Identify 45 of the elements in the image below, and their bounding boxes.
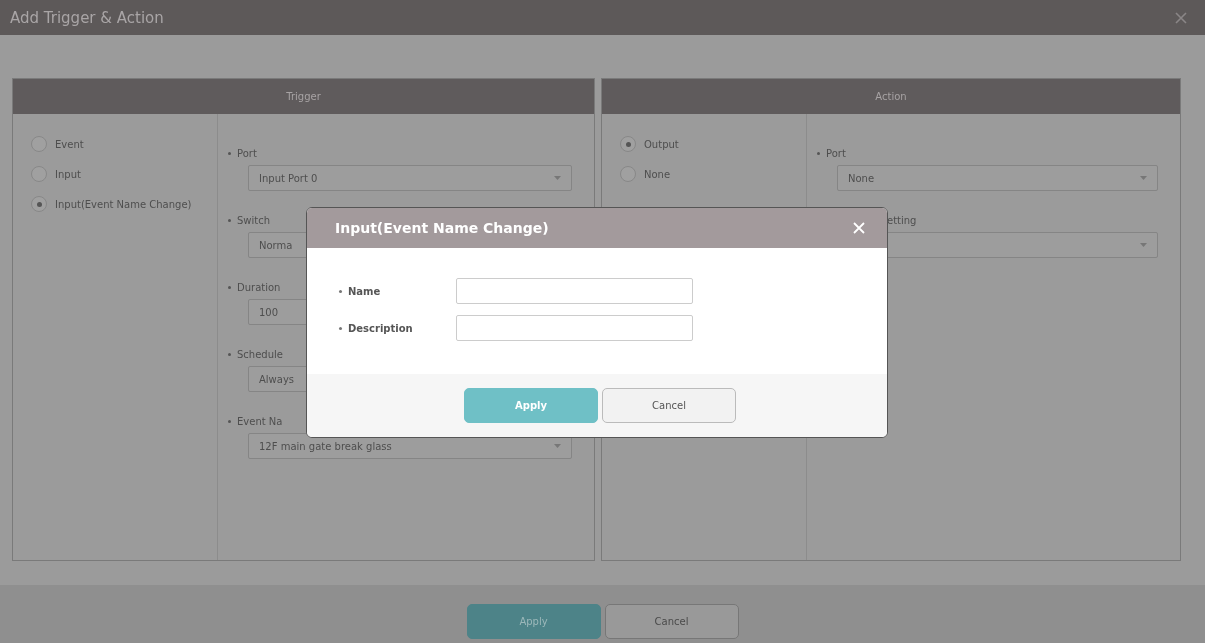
dropdown[interactable]: Input Port 0	[248, 165, 572, 191]
field-label: Port	[237, 147, 257, 159]
input-field[interactable]: 100	[248, 299, 308, 325]
apply-button[interactable]: Apply	[466, 603, 601, 639]
radio-button[interactable]	[620, 136, 636, 152]
option-label: Input	[55, 168, 81, 180]
caret-icon	[554, 176, 561, 180]
window-title: Add Trigger & Action	[10, 8, 164, 27]
input-field[interactable]	[456, 315, 693, 341]
field-label: Duration	[237, 281, 281, 293]
bullet-icon	[817, 151, 820, 155]
bullet-icon	[339, 326, 342, 330]
dropdown[interactable]: None	[837, 165, 1158, 191]
option-label: Event	[55, 138, 84, 150]
field-label: Description	[348, 322, 414, 334]
field-label: Port	[826, 147, 846, 159]
bullet-icon	[228, 218, 231, 222]
radio-button[interactable]	[31, 196, 47, 212]
radio-button[interactable]	[31, 166, 47, 182]
bullet-icon	[228, 285, 231, 289]
close-icon[interactable]	[1175, 11, 1187, 24]
panel-header: Action	[602, 79, 1180, 114]
input-field[interactable]	[456, 278, 693, 304]
caret-icon	[554, 444, 561, 448]
cancel-button[interactable]: Cancel	[604, 603, 739, 639]
apply-button[interactable]: Apply	[464, 388, 598, 423]
bullet-icon	[228, 419, 231, 423]
bullet-icon	[339, 289, 342, 293]
option-label: Input(Event Name Change)	[55, 198, 192, 210]
field-label: Event Na	[237, 415, 283, 427]
radio-button[interactable]	[620, 166, 636, 182]
caret-icon	[1140, 243, 1147, 247]
panel-header: Trigger	[13, 79, 594, 114]
option-label: Output	[644, 138, 679, 150]
bullet-icon	[228, 151, 231, 155]
field-label: Switch	[237, 214, 271, 226]
dialog-title: Input(Event Name Change)	[335, 220, 549, 236]
cancel-button[interactable]: Cancel	[602, 388, 736, 423]
field-label: Name	[348, 285, 382, 297]
bullet-icon	[228, 352, 231, 356]
caret-icon	[1140, 176, 1147, 180]
field-label: etting	[887, 214, 917, 226]
radio-button[interactable]	[31, 136, 47, 152]
field-label: Schedule	[237, 348, 283, 360]
option-label: None	[644, 168, 671, 180]
